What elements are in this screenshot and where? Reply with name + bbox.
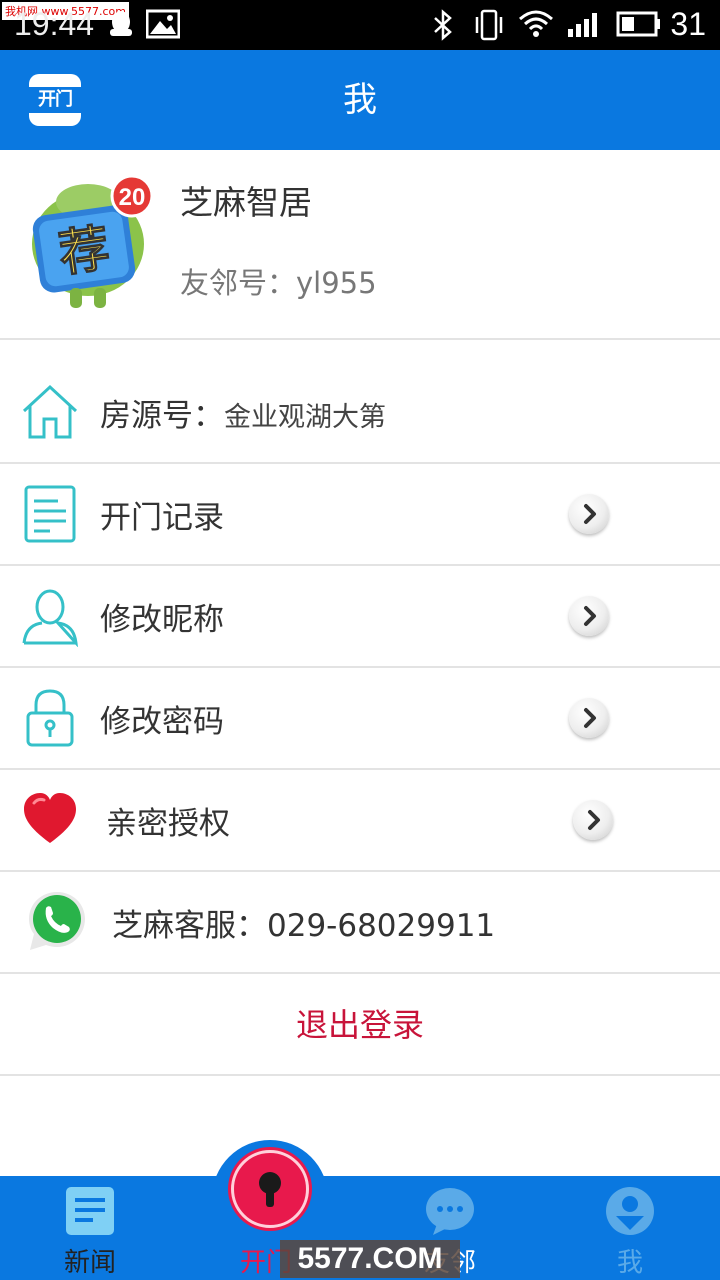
news-icon	[66, 1187, 114, 1235]
row-customer-service[interactable]: 芝麻客服：029-68029911	[0, 872, 720, 974]
row-property: 房源号：金业观湖大第	[0, 362, 720, 464]
document-icon	[24, 485, 76, 543]
profile-id-label: 友邻号：	[180, 266, 297, 300]
row-intimate-auth-label: 亲密授权	[106, 806, 230, 842]
profile-card[interactable]: 荐 20 芝麻智居 友邻号：yl955	[0, 150, 720, 340]
logout-button[interactable]: 退出登录	[0, 974, 720, 1076]
qq-icon	[110, 11, 132, 36]
row-intimate-auth[interactable]: 亲密授权	[0, 770, 720, 872]
user-icon	[22, 589, 78, 647]
row-customer-service-label: 芝麻客服：029-68029911	[112, 908, 496, 944]
profile-icon	[606, 1187, 654, 1235]
row-change-password[interactable]: 修改密码	[0, 668, 720, 770]
heart-icon	[24, 793, 76, 843]
nav-open-door-button[interactable]	[231, 1150, 309, 1228]
image-icon	[146, 9, 180, 39]
signal-icon	[568, 13, 597, 37]
property-value: 金业观湖大第	[224, 402, 386, 433]
app-header: 开门 我	[0, 50, 720, 150]
house-icon	[22, 384, 78, 439]
avatar-glyph: 荐	[55, 219, 113, 283]
wifi-icon	[519, 10, 553, 37]
chevron-right-icon[interactable]	[569, 494, 609, 534]
whatsapp-phone-icon	[29, 892, 85, 950]
vibrate-icon	[475, 9, 503, 41]
profile-name: 芝麻智居	[180, 183, 312, 222]
chevron-right-icon[interactable]	[569, 698, 609, 738]
row-edit-nickname-label: 修改昵称	[100, 602, 224, 638]
chevron-right-icon[interactable]	[569, 596, 609, 636]
nav-me[interactable]: 我	[560, 1176, 700, 1280]
row-edit-nickname[interactable]: 修改昵称	[0, 566, 720, 668]
key-icon	[259, 1172, 281, 1207]
lock-icon	[26, 689, 74, 747]
row-door-records-label: 开门记录	[100, 500, 224, 536]
profile-id-value: yl955	[296, 266, 377, 300]
row-property-label: 房源号：金业观湖大第	[100, 398, 386, 434]
nav-news-label: 新闻	[63, 1248, 116, 1278]
profile-id: 友邻号：yl955	[180, 260, 377, 302]
avatar[interactable]: 荐 20	[22, 176, 152, 310]
row-change-password-label: 修改密码	[100, 704, 224, 740]
bluetooth-icon	[434, 9, 452, 41]
battery-icon	[616, 11, 660, 37]
chat-icon	[426, 1188, 474, 1235]
battery-level: 31	[670, 6, 706, 42]
nav-news[interactable]: 新闻	[20, 1176, 160, 1280]
nav-me-label: 我	[616, 1248, 643, 1278]
page-title: 我	[343, 80, 377, 120]
row-door-records[interactable]: 开门记录	[0, 464, 720, 566]
watermark-bottom: 5577.COM	[280, 1240, 460, 1278]
status-bar: 我机网 www.5577.com 19:44 31	[0, 0, 720, 50]
service-phone: 029-68029911	[267, 908, 496, 944]
badge-count: 20	[119, 184, 146, 211]
chevron-right-icon[interactable]	[573, 800, 613, 840]
status-time: 19:44	[14, 6, 95, 42]
